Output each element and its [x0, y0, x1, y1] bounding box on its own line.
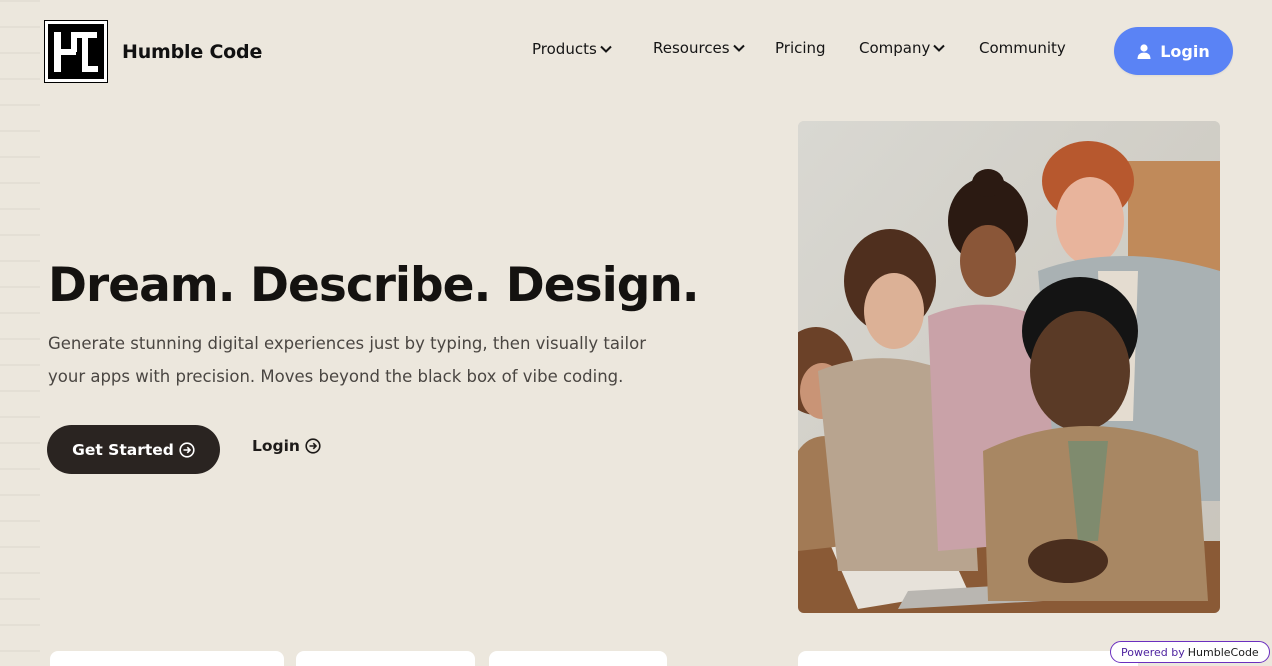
arrow-right-circle-icon	[305, 438, 321, 454]
chevron-down-icon	[933, 44, 946, 52]
header-login-label: Login	[1160, 41, 1210, 61]
nav-community-label: Community	[979, 39, 1066, 57]
powered-by-brand: HumbleCode	[1187, 645, 1259, 659]
get-started-button[interactable]: Get Started	[47, 425, 220, 474]
header-login-button[interactable]: Login	[1114, 27, 1233, 75]
nav-pricing[interactable]: Pricing	[775, 39, 826, 57]
hero-title: Dream. Describe. Design.	[48, 258, 700, 313]
arrow-right-circle-icon	[179, 441, 195, 458]
logo-icon	[45, 21, 107, 82]
nav-resources[interactable]: Resources	[653, 39, 746, 57]
chevron-down-icon	[732, 44, 745, 52]
nav-resources-label: Resources	[653, 39, 730, 57]
nav-products[interactable]: Products	[532, 40, 613, 58]
chevron-down-icon	[600, 45, 612, 53]
nav-company-label: Company	[859, 39, 931, 57]
powered-by-text: Powered by	[1121, 645, 1185, 659]
nav-community[interactable]: Community	[979, 39, 1066, 57]
brand-logo-link[interactable]: Humble Code	[45, 21, 262, 82]
hero-login-link[interactable]: Login	[252, 437, 321, 455]
brand-name: Humble Code	[122, 40, 263, 63]
hero-team-photo	[798, 121, 1220, 613]
user-icon	[1137, 43, 1151, 59]
feature-card	[489, 651, 667, 666]
nav-company[interactable]: Company	[859, 39, 946, 57]
feature-card	[296, 651, 475, 666]
feature-card	[50, 651, 284, 666]
feature-card	[798, 651, 1138, 666]
nav-products-label: Products	[532, 40, 597, 58]
hero-subtitle: Generate stunning digital experiences ju…	[48, 334, 646, 386]
powered-by-badge[interactable]: Powered by HumbleCode	[1110, 641, 1270, 663]
background-pattern	[0, 0, 40, 666]
nav-pricing-label: Pricing	[775, 39, 826, 57]
hero-login-label: Login	[252, 437, 300, 455]
get-started-label: Get Started	[72, 440, 174, 459]
